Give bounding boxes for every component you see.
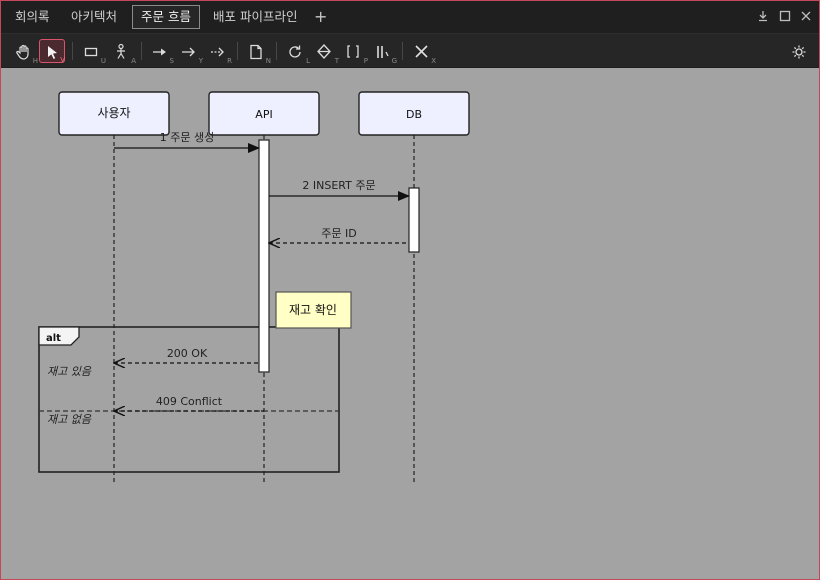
toolbar-divider — [402, 42, 403, 60]
download-icon[interactable] — [756, 9, 770, 23]
loop-tool-button[interactable]: L — [283, 39, 310, 65]
settings-button[interactable] — [787, 39, 813, 63]
diagram-canvas[interactable]: alt 재고 있음 재고 없음 사용자 API DB 1 주문 생성 2 INS… — [1, 68, 819, 579]
activation-db[interactable] — [408, 187, 420, 253]
message-label: 200 OK — [167, 347, 208, 360]
delete-icon — [415, 45, 428, 58]
tab-minutes[interactable]: 회의록 — [7, 5, 58, 29]
shortcut-key: R — [227, 57, 232, 65]
message-200-ok-return[interactable]: 200 OK — [114, 347, 259, 363]
maximize-icon[interactable] — [778, 9, 792, 23]
sequence-diagram: alt 재고 있음 재고 없음 사용자 API DB 1 주문 생성 2 INS… — [38, 91, 470, 484]
tab-architecture[interactable]: 아키텍처 — [63, 5, 125, 29]
message-409-conflict-return[interactable]: 409 Conflict — [114, 395, 264, 411]
participant-api[interactable]: API — [208, 91, 320, 136]
toolbar: H V U A S Y R N L T P G X — [1, 33, 819, 67]
shortcut-key: T — [334, 57, 339, 65]
note-stock-check[interactable]: 재고 확인 — [275, 291, 352, 329]
message-label: 409 Conflict — [156, 395, 223, 408]
actor-icon — [117, 43, 125, 59]
tab-order-flow[interactable]: 주문 흐름 — [132, 5, 200, 29]
return-message-tool-button[interactable]: R — [205, 39, 232, 65]
opt-icon — [347, 45, 359, 58]
return-message-icon — [211, 47, 224, 57]
loop-icon — [289, 45, 301, 58]
hand-tool-button[interactable]: H — [11, 39, 38, 65]
note-icon — [250, 44, 262, 60]
shortcut-key: X — [431, 57, 436, 65]
note-tool-button[interactable]: N — [244, 39, 271, 65]
actor-tool-button[interactable]: A — [109, 39, 136, 65]
toolbar-divider — [276, 42, 277, 60]
participant-label: 사용자 — [97, 106, 130, 120]
shortcut-key: N — [265, 57, 271, 65]
hand-icon — [16, 44, 29, 60]
tab-bar: 회의록 아키텍처 주문 흐름 배포 파이프라인 + — [1, 1, 819, 33]
opt-tool-button[interactable]: P — [341, 39, 368, 65]
participant-user[interactable]: 사용자 — [58, 91, 170, 136]
toolbar-divider — [237, 42, 238, 60]
shortcut-key: Y — [198, 57, 203, 65]
sync-message-tool-button[interactable]: S — [147, 39, 174, 65]
tab-deploy-pipeline[interactable]: 배포 파이프라인 — [205, 5, 305, 29]
add-tab-button[interactable]: + — [314, 6, 327, 28]
par-icon — [377, 46, 389, 58]
shortcut-key: G — [391, 57, 397, 65]
participant-tool-button[interactable]: U — [79, 39, 106, 65]
shortcut-key: S — [169, 57, 174, 65]
par-tool-button[interactable]: G — [370, 39, 397, 65]
fragment-condition-1: 재고 있음 — [47, 365, 92, 378]
message-order-id-return[interactable]: 주문 ID — [269, 227, 409, 243]
delete-tool-button[interactable]: X — [409, 39, 436, 65]
message-label: 1 주문 생성 — [160, 131, 214, 144]
shortcut-key: L — [306, 57, 310, 65]
activation-api[interactable] — [258, 139, 270, 373]
app-window: 회의록 아키텍처 주문 흐름 배포 파이프라인 + H V U A S Y R … — [0, 0, 820, 580]
shortcut-key: A — [131, 57, 136, 65]
pointer-tool-button[interactable]: V — [39, 39, 65, 64]
gear-icon — [792, 45, 806, 59]
message-insert-order[interactable]: 2 INSERT 주문 — [269, 179, 410, 201]
alt-tool-button[interactable]: T — [312, 39, 339, 65]
toolbar-divider — [72, 42, 73, 60]
toolbar-divider — [141, 42, 142, 60]
participant-label: DB — [406, 108, 422, 121]
message-label: 2 INSERT 주문 — [302, 179, 375, 192]
rectangle-icon — [84, 47, 98, 57]
message-label: 주문 ID — [321, 227, 356, 240]
note-text: 재고 확인 — [289, 303, 337, 317]
participant-db[interactable]: DB — [358, 91, 470, 136]
async-message-tool-button[interactable]: Y — [176, 39, 203, 65]
shortcut-key: V — [60, 56, 65, 64]
sync-message-icon — [153, 48, 166, 56]
alt-icon — [317, 44, 331, 59]
shortcut-key: U — [100, 57, 106, 65]
async-message-icon — [182, 47, 195, 57]
shortcut-key: P — [363, 57, 368, 65]
fragment-condition-2: 재고 없음 — [47, 413, 92, 426]
shortcut-key: H — [32, 57, 38, 65]
close-icon[interactable] — [799, 9, 813, 23]
participant-label: API — [255, 108, 272, 121]
fragment-operator: alt — [46, 333, 61, 344]
